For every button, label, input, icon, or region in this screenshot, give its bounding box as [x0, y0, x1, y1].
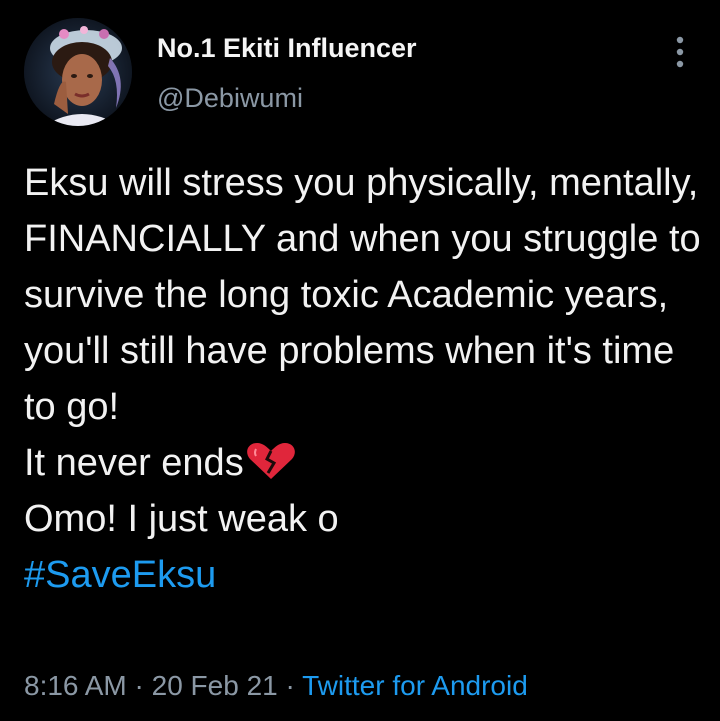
author-names: No.1 Ekiti Influencer @Debiwumi — [157, 30, 417, 116]
tweet-paragraph: Eksu will stress you physically, mentall… — [24, 162, 701, 428]
tweet-line: #SaveEksu — [24, 547, 704, 603]
meta-separator: · — [277, 670, 303, 701]
avatar[interactable] — [24, 18, 132, 126]
tweet-time: 8:16 AM — [24, 670, 127, 701]
tweet-line: It never ends — [24, 435, 704, 491]
hashtag-link[interactable]: #SaveEksu — [24, 554, 216, 596]
tweet-line: Omo! I just weak o — [24, 498, 339, 540]
tweet-meta: 8:16 AM · 20 Feb 21 · Twitter for Androi… — [24, 667, 528, 705]
tweet-date: 20 Feb 21 — [151, 670, 278, 701]
tweet-line-text: It never ends — [24, 442, 244, 484]
more-options-button[interactable] — [662, 32, 698, 72]
profile-photo-icon — [24, 18, 132, 126]
vertical-ellipsis-icon — [676, 36, 684, 68]
tweet-source-link[interactable]: Twitter for Android — [302, 670, 528, 701]
tweet-text: Eksu will stress you physically, mentall… — [24, 155, 704, 603]
broken-heart-icon — [246, 443, 295, 479]
display-name[interactable]: No.1 Ekiti Influencer — [157, 30, 417, 66]
user-handle[interactable]: @Debiwumi — [157, 80, 417, 116]
tweet-header: No.1 Ekiti Influencer @Debiwumi — [0, 0, 720, 140]
meta-separator: · — [126, 670, 152, 701]
